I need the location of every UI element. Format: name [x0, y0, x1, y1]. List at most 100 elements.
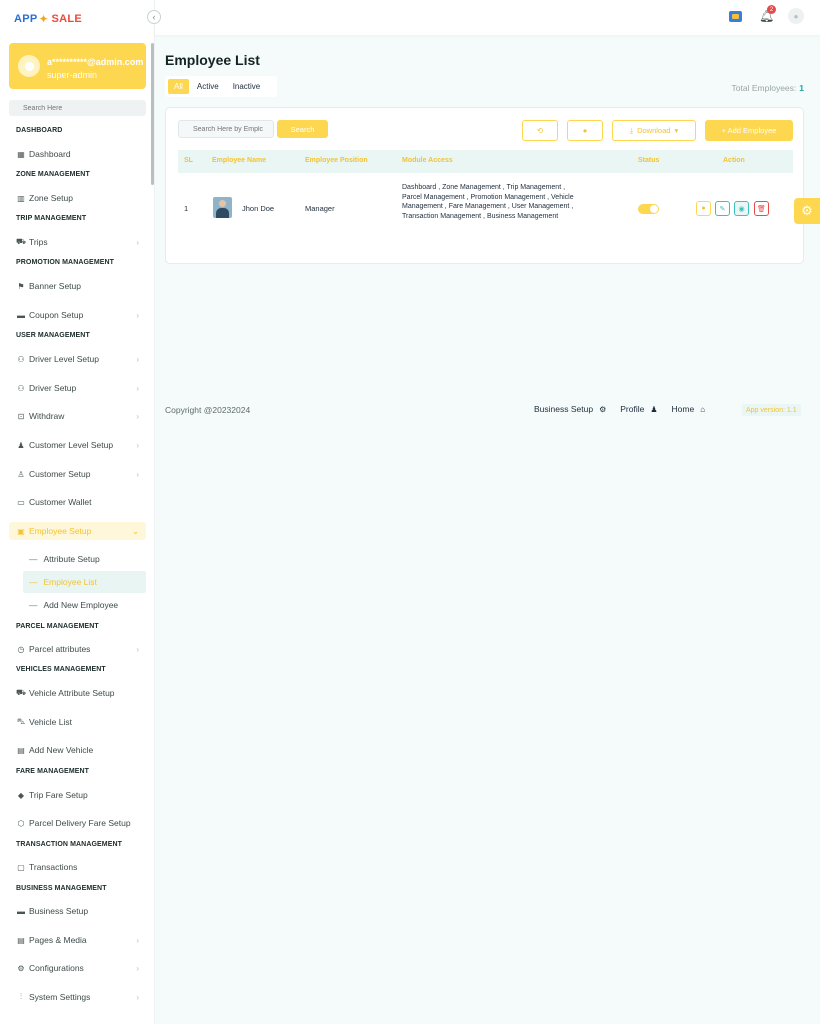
- sidebar-item-zone-setup[interactable]: ▥ Zone Setup: [9, 189, 146, 207]
- section-dashboard: DASHBOARD: [16, 127, 63, 134]
- sidebar-item-parcel-delivery-fare-setup[interactable]: ⬡ Parcel Delivery Fare Setup: [9, 814, 146, 832]
- users-icon: ⚇: [17, 354, 25, 364]
- sidebar-item-vehicle-attribute-setup[interactable]: ⛟ Vehicle Attribute Setup: [9, 684, 146, 702]
- section-trip: TRIP MANAGEMENT: [16, 215, 87, 222]
- refresh-button[interactable]: ⟲: [522, 120, 558, 141]
- section-business: BUSINESS MANAGEMENT: [16, 885, 107, 892]
- download-icon: ⤓: [629, 125, 634, 135]
- table-header: SL Employee Name Employee Position Modul…: [178, 150, 793, 173]
- app-logo[interactable]: APP ✦ SALE: [14, 9, 82, 29]
- chevron-right-icon: ›: [136, 469, 139, 479]
- settings-button[interactable]: ●: [567, 120, 603, 141]
- section-user: USER MANAGEMENT: [16, 332, 90, 339]
- app-version-badge: App version: 1.1: [742, 404, 801, 416]
- logo-star-icon: ✦: [38, 12, 49, 26]
- employee-photo: [213, 197, 232, 218]
- sliders-icon: ⫶: [20, 992, 22, 1001]
- sidebar-item-configurations[interactable]: ⚙ Configurations ›: [9, 959, 146, 977]
- footer-link-profile[interactable]: Profile ♟: [620, 404, 657, 414]
- sidebar-item-customer-setup[interactable]: ♙ Customer Setup ›: [9, 465, 146, 483]
- sidebar-scrollbar[interactable]: [151, 43, 154, 185]
- ticket-icon: ▬: [17, 310, 25, 320]
- employee-table-card: ⌕ Search ⟲ ● ⤓Download▾ + Add Employee S…: [165, 107, 804, 264]
- floating-settings-button[interactable]: ⚙: [794, 198, 820, 224]
- sidebar-item-transactions[interactable]: ▢ Transactions: [9, 858, 146, 876]
- section-promotion: PROMOTION MANAGEMENT: [16, 259, 115, 266]
- sidebar-item-driver-level-setup[interactable]: ⚇ Driver Level Setup ›: [9, 350, 146, 368]
- caret-down-icon: ▾: [674, 126, 679, 135]
- language-flag-icon[interactable]: [729, 11, 742, 22]
- status-toggle[interactable]: [638, 204, 659, 214]
- user-icon: ●: [793, 11, 799, 21]
- add-employee-button[interactable]: + Add Employee: [705, 120, 793, 141]
- tab-active[interactable]: Active: [191, 79, 225, 94]
- user-card[interactable]: a**********@admin.com super-admin: [9, 43, 146, 89]
- sidebar-item-pages-media[interactable]: ▤ Pages & Media ›: [9, 931, 146, 949]
- wallet-icon: ▭: [17, 497, 25, 507]
- page-title: Employee List: [165, 52, 260, 68]
- map-icon: ▥: [17, 193, 25, 203]
- col-employee-name: Employee Name: [212, 157, 267, 164]
- car-icon: ⛟: [16, 688, 27, 697]
- pages-icon: ▤: [17, 935, 25, 945]
- chevron-left-icon: ‹: [152, 12, 156, 22]
- sidebar: APP ✦ SALE a**********@admin.com super-a…: [0, 0, 155, 1024]
- sidebar-subitem-attribute-setup[interactable]: — Attribute Setup: [23, 548, 146, 570]
- download-button[interactable]: ⤓ Download ▾: [612, 120, 696, 141]
- chevron-right-icon: ›: [136, 992, 139, 1002]
- sidebar-item-withdraw[interactable]: ⊡ Withdraw ›: [9, 407, 146, 425]
- sidebar-search-input[interactable]: [9, 100, 146, 116]
- user-email: a**********@admin.com: [47, 57, 144, 67]
- diamond-icon: ◆: [17, 790, 25, 800]
- search-button[interactable]: Search: [277, 120, 328, 138]
- chevron-right-icon: ›: [136, 354, 139, 364]
- user-role: super-admin: [47, 70, 98, 80]
- sidebar-item-vehicle-list[interactable]: ⛍ Vehicle List: [9, 713, 146, 731]
- sidebar-item-trips[interactable]: ⛟ Trips ›: [9, 233, 146, 251]
- chevron-down-icon: ⌄: [132, 526, 139, 536]
- gear-icon: ⚙: [599, 404, 607, 414]
- sidebar-item-dashboard[interactable]: ▦ Dashboard: [9, 145, 146, 163]
- notification-badge: 2: [767, 5, 776, 14]
- sidebar-collapse-button[interactable]: ‹: [147, 10, 161, 24]
- sidebar-item-banner-setup[interactable]: ⚑ Banner Setup: [9, 277, 146, 295]
- grid-icon: ▦: [17, 149, 25, 159]
- footer-link-business-setup[interactable]: Business Setup ⚙: [534, 404, 606, 414]
- delete-button[interactable]: 🗑︎: [754, 201, 769, 216]
- sidebar-item-customer-wallet[interactable]: ▭ Customer Wallet: [9, 493, 146, 511]
- row-employee-name[interactable]: Jhon Doe: [242, 204, 274, 213]
- sidebar-subitem-add-new-employee[interactable]: — Add New Employee: [23, 594, 146, 616]
- sidebar-item-coupon-setup[interactable]: ▬ Coupon Setup ›: [9, 306, 146, 324]
- user-plus-icon: ♙: [17, 469, 25, 479]
- sidebar-item-parcel-attributes[interactable]: ◷ Parcel attributes ›: [9, 640, 146, 658]
- footer-link-home[interactable]: Home ⌂: [672, 404, 706, 414]
- sidebar-item-trip-fare-setup[interactable]: ◆ Trip Fare Setup: [9, 786, 146, 804]
- top-bar: 🔔︎ 2 ●: [155, 0, 820, 35]
- section-fare: FARE MANAGEMENT: [16, 768, 90, 775]
- chevron-right-icon: ›: [136, 935, 139, 945]
- section-transaction: TRANSACTION MANAGEMENT: [16, 841, 123, 848]
- section-vehicles: VEHICLES MANAGEMENT: [16, 666, 106, 673]
- settings-dot-icon: ●: [582, 126, 588, 135]
- log-button[interactable]: ●: [696, 201, 711, 216]
- sidebar-subitem-employee-list[interactable]: — Employee List: [23, 571, 146, 593]
- tab-inactive[interactable]: Inactive: [227, 79, 267, 94]
- chevron-right-icon: ›: [136, 383, 139, 393]
- chevron-right-icon: ›: [136, 237, 139, 247]
- gear-icon: ⚙: [17, 963, 25, 973]
- employee-search-input[interactable]: [178, 120, 274, 138]
- view-button[interactable]: ◉: [734, 201, 749, 216]
- edit-button[interactable]: ✎: [715, 201, 730, 216]
- sidebar-item-employee-setup[interactable]: ▣ Employee Setup ⌄: [9, 522, 146, 540]
- tab-all[interactable]: All: [168, 79, 189, 94]
- profile-avatar[interactable]: ●: [788, 8, 804, 24]
- col-sl: SL: [184, 157, 193, 164]
- sidebar-item-business-setup[interactable]: ▬ Business Setup: [9, 902, 146, 920]
- eye-icon: ◉: [738, 205, 745, 213]
- users-icon: ⚇: [17, 383, 25, 393]
- sidebar-item-driver-setup[interactable]: ⚇ Driver Setup ›: [9, 379, 146, 397]
- sidebar-item-customer-level-setup[interactable]: ♟ Customer Level Setup ›: [9, 436, 146, 454]
- sidebar-item-system-settings[interactable]: ⫶ System Settings ›: [9, 988, 146, 1006]
- row-module-access: Dashboard , Zone Management , Trip Manag…: [402, 184, 574, 220]
- sidebar-item-add-new-vehicle[interactable]: ▤ Add New Vehicle: [9, 741, 146, 759]
